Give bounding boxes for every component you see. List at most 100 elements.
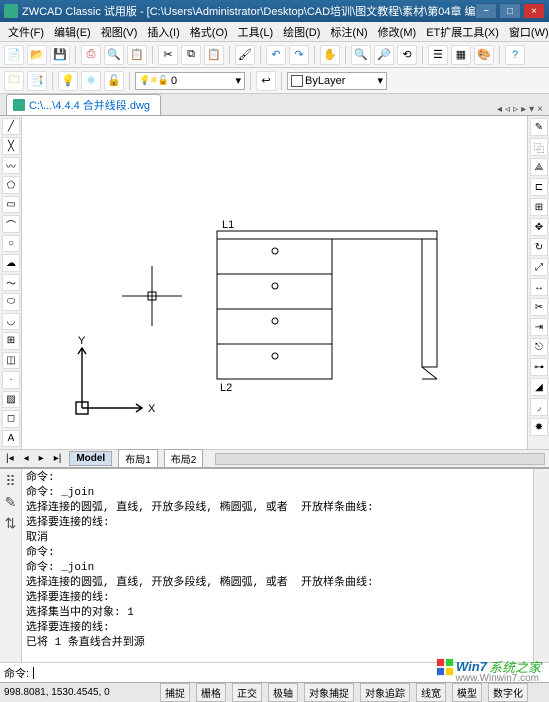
menu-format[interactable]: 格式(O) xyxy=(186,22,232,42)
rotate-button[interactable]: ↻ xyxy=(530,238,548,256)
array-button[interactable]: ⊞ xyxy=(530,198,548,216)
status-polar[interactable]: 极轴 xyxy=(268,683,298,702)
command-scrollbar[interactable] xyxy=(533,469,549,662)
ellipsearc-button[interactable]: ◡ xyxy=(2,313,20,330)
command-input-line[interactable]: 命令: xyxy=(0,662,549,682)
menu-view[interactable]: 视图(V) xyxy=(97,22,142,42)
cmd-arrow-icon[interactable]: ⇅ xyxy=(5,515,17,532)
revcloud-button[interactable]: ☁ xyxy=(2,254,20,271)
maximize-button[interactable]: □ xyxy=(499,3,521,19)
paste-button[interactable]: 📋 xyxy=(204,45,224,65)
zoom-win-button[interactable]: 🔎 xyxy=(374,45,394,65)
status-lwt[interactable]: 线宽 xyxy=(416,683,446,702)
palette-button[interactable]: 🎨 xyxy=(474,45,494,65)
explode-button[interactable]: ✸ xyxy=(530,418,548,436)
save-button[interactable]: 💾 xyxy=(50,45,70,65)
layer-on-icon[interactable]: 💡 xyxy=(58,71,78,91)
status-osnap[interactable]: 对象捕捉 xyxy=(304,683,354,702)
text-button[interactable]: A xyxy=(2,430,20,447)
spline-button[interactable]: 〜 xyxy=(2,274,20,291)
tab-nav-prev[interactable]: ◃ xyxy=(505,104,510,115)
layout-nav-first[interactable]: |◂ xyxy=(4,453,16,464)
xline-button[interactable]: ╳ xyxy=(2,137,20,154)
layer-state-button[interactable]: 📑 xyxy=(27,71,47,91)
status-grid[interactable]: 栅格 xyxy=(196,683,226,702)
chamfer-button[interactable]: ◢ xyxy=(530,378,548,396)
mirror-button[interactable]: ⟁ xyxy=(530,158,548,176)
layer-freeze-icon[interactable]: ❄ xyxy=(81,71,101,91)
undo-button[interactable]: ↶ xyxy=(266,45,286,65)
tab-model[interactable]: Model xyxy=(69,451,112,466)
layout-nav-next[interactable]: ▸ xyxy=(37,453,46,464)
zoom-prev-button[interactable]: ⟲ xyxy=(397,45,417,65)
tab-layout1[interactable]: 布局1 xyxy=(118,449,158,468)
pline-button[interactable]: 〰 xyxy=(2,157,20,174)
extend-button[interactable]: ⇥ xyxy=(530,318,548,336)
line-button[interactable]: ╱ xyxy=(2,118,20,135)
erase-button[interactable]: ✎ xyxy=(530,118,548,136)
polygon-button[interactable]: ⬠ xyxy=(2,176,20,193)
trim-button[interactable]: ✂ xyxy=(530,298,548,316)
arc-button[interactable]: ⌒ xyxy=(2,215,20,232)
status-otrack[interactable]: 对象追踪 xyxy=(360,683,410,702)
tab-nav-first[interactable]: ◂ xyxy=(497,104,502,115)
redo-button[interactable]: ↷ xyxy=(289,45,309,65)
circle-button[interactable]: ○ xyxy=(2,235,20,252)
file-tab[interactable]: C:\...\4.4.4 合并线段.dwg xyxy=(6,94,161,115)
command-history-text[interactable]: 命令: 命令: _join 选择连接的圆弧, 直线, 开放多段线, 椭圆弧, 或… xyxy=(22,469,533,662)
cmd-pin-icon[interactable]: ✎ xyxy=(5,494,17,511)
menu-dim[interactable]: 标注(N) xyxy=(326,22,371,42)
tab-nav-next[interactable]: ▹ xyxy=(513,104,518,115)
stretch-button[interactable]: ↔ xyxy=(530,278,548,296)
menu-et[interactable]: ET扩展工具(X) xyxy=(422,22,503,42)
menu-draw[interactable]: 绘图(D) xyxy=(279,22,324,42)
menu-insert[interactable]: 插入(I) xyxy=(143,22,183,42)
ellipse-button[interactable]: ⬭ xyxy=(2,293,20,310)
layout-nav-last[interactable]: ▸| xyxy=(52,453,64,464)
block-button[interactable]: ◫ xyxy=(2,352,20,369)
close-button[interactable]: × xyxy=(523,3,545,19)
rect-button[interactable]: ▭ xyxy=(2,196,20,213)
pan-button[interactable]: ✋ xyxy=(320,45,340,65)
status-snap[interactable]: 捕捉 xyxy=(160,683,190,702)
join-button[interactable]: ⊶ xyxy=(530,358,548,376)
publish-button[interactable]: 📋 xyxy=(127,45,147,65)
zoom-rt-button[interactable]: 🔍 xyxy=(351,45,371,65)
minimize-button[interactable]: − xyxy=(475,3,497,19)
menu-tools[interactable]: 工具(L) xyxy=(234,22,277,42)
menu-window[interactable]: 窗口(W) xyxy=(505,22,549,42)
hatch-button[interactable]: ▨ xyxy=(2,391,20,408)
menu-file[interactable]: 文件(F) xyxy=(4,22,48,42)
tab-layout2[interactable]: 布局2 xyxy=(164,449,204,468)
insert-button[interactable]: ⊞ xyxy=(2,332,20,349)
drawing-canvas[interactable]: L1 L2 X Y xyxy=(22,116,527,449)
plot-button[interactable]: ⎙ xyxy=(81,45,101,65)
copy-obj-button[interactable]: ⿻ xyxy=(530,138,548,156)
cmd-grip-icon[interactable]: ⠿ xyxy=(5,473,15,490)
layer-prev-button[interactable]: ↩ xyxy=(256,71,276,91)
status-tablet[interactable]: 数字化 xyxy=(488,683,528,702)
layout-nav-prev[interactable]: ◂ xyxy=(22,453,31,464)
move-button[interactable]: ✥ xyxy=(530,218,548,236)
layer-combo[interactable]: 💡❄🔓 0 ▾ xyxy=(135,72,245,90)
scale-button[interactable]: ⤢ xyxy=(530,258,548,276)
point-button[interactable]: · xyxy=(2,371,20,388)
layer-mgr-button[interactable]: 🗀 xyxy=(4,71,24,91)
menu-edit[interactable]: 编辑(E) xyxy=(50,22,95,42)
dcenter-button[interactable]: ▦ xyxy=(451,45,471,65)
offset-button[interactable]: ⊏ xyxy=(530,178,548,196)
new-button[interactable]: 📄 xyxy=(4,45,24,65)
match-button[interactable]: 🖌 xyxy=(235,45,255,65)
status-ortho[interactable]: 正交 xyxy=(232,683,262,702)
tab-nav-last[interactable]: ▸ xyxy=(521,104,526,115)
fillet-button[interactable]: ◞ xyxy=(530,398,548,416)
preview-button[interactable]: 🔍 xyxy=(104,45,124,65)
copy-button[interactable]: ⧉ xyxy=(181,45,201,65)
tab-close-button[interactable]: × xyxy=(537,104,543,115)
region-button[interactable]: ◻ xyxy=(2,410,20,427)
open-button[interactable]: 📂 xyxy=(27,45,47,65)
tab-menu-button[interactable]: ▾ xyxy=(529,104,534,115)
break-button[interactable]: ⎋ xyxy=(530,338,548,356)
help-button[interactable]: ? xyxy=(505,45,525,65)
props-button[interactable]: ☰ xyxy=(428,45,448,65)
